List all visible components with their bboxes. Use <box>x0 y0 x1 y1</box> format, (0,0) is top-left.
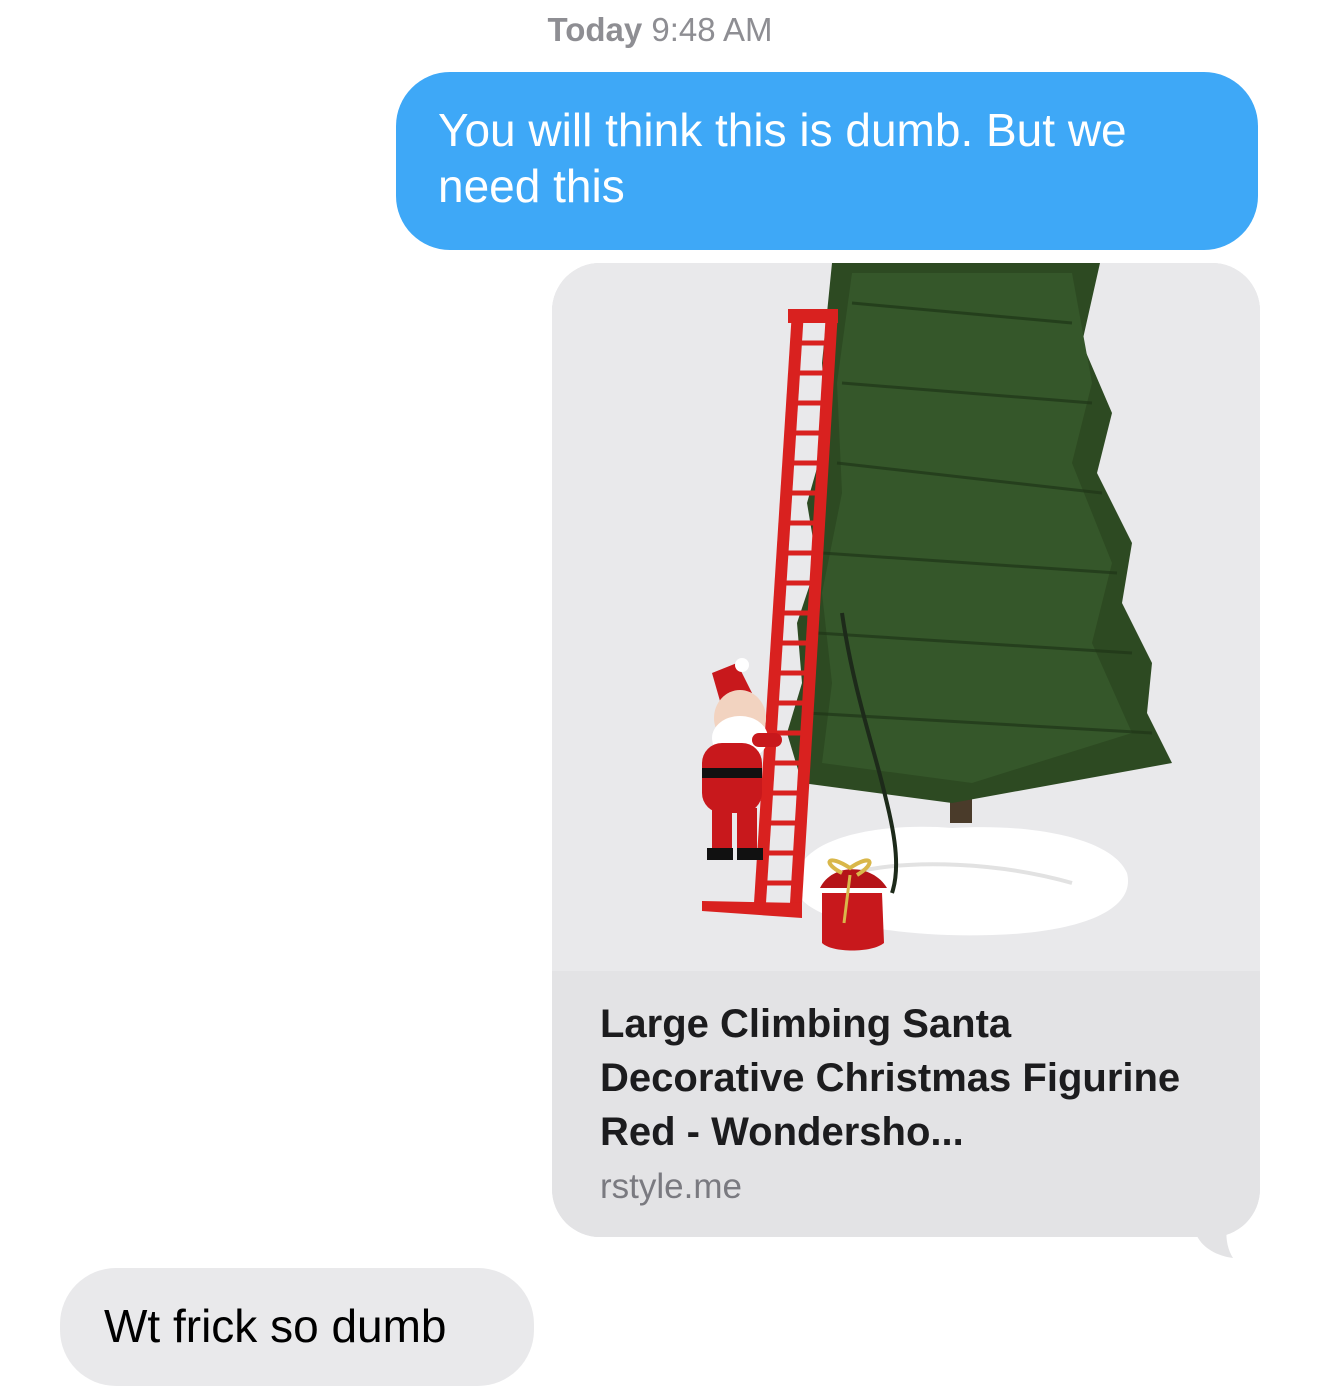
timestamp-time: 9:48 AM <box>651 11 773 48</box>
climbing-santa-ladder-christmas-tree-image <box>552 263 1260 971</box>
link-preview-title: Large Climbing Santa Decorative Christma… <box>600 1002 1181 1154</box>
outgoing-bubble-tail-icon <box>1195 1200 1235 1258</box>
link-preview-domain: rstyle.me <box>600 1167 742 1206</box>
outgoing-message-text: You will think this is dumb. But we need… <box>438 104 1127 212</box>
messages-thread: Today 9:48 AM You will think this is dum… <box>0 0 1320 1390</box>
incoming-message-bubble[interactable]: Wt frick so dumb <box>60 1268 534 1386</box>
incoming-message-text: Wt frick so dumb <box>104 1300 447 1352</box>
link-preview-meta: Large Climbing Santa Decorative Christma… <box>552 971 1260 1237</box>
outgoing-message-bubble[interactable]: You will think this is dumb. But we need… <box>396 72 1258 250</box>
link-preview-image[interactable] <box>552 263 1260 971</box>
message-timestamp: Today 9:48 AM <box>0 10 1320 50</box>
timestamp-day: Today <box>547 11 643 48</box>
link-preview-card[interactable]: Large Climbing Santa Decorative Christma… <box>552 263 1260 1237</box>
